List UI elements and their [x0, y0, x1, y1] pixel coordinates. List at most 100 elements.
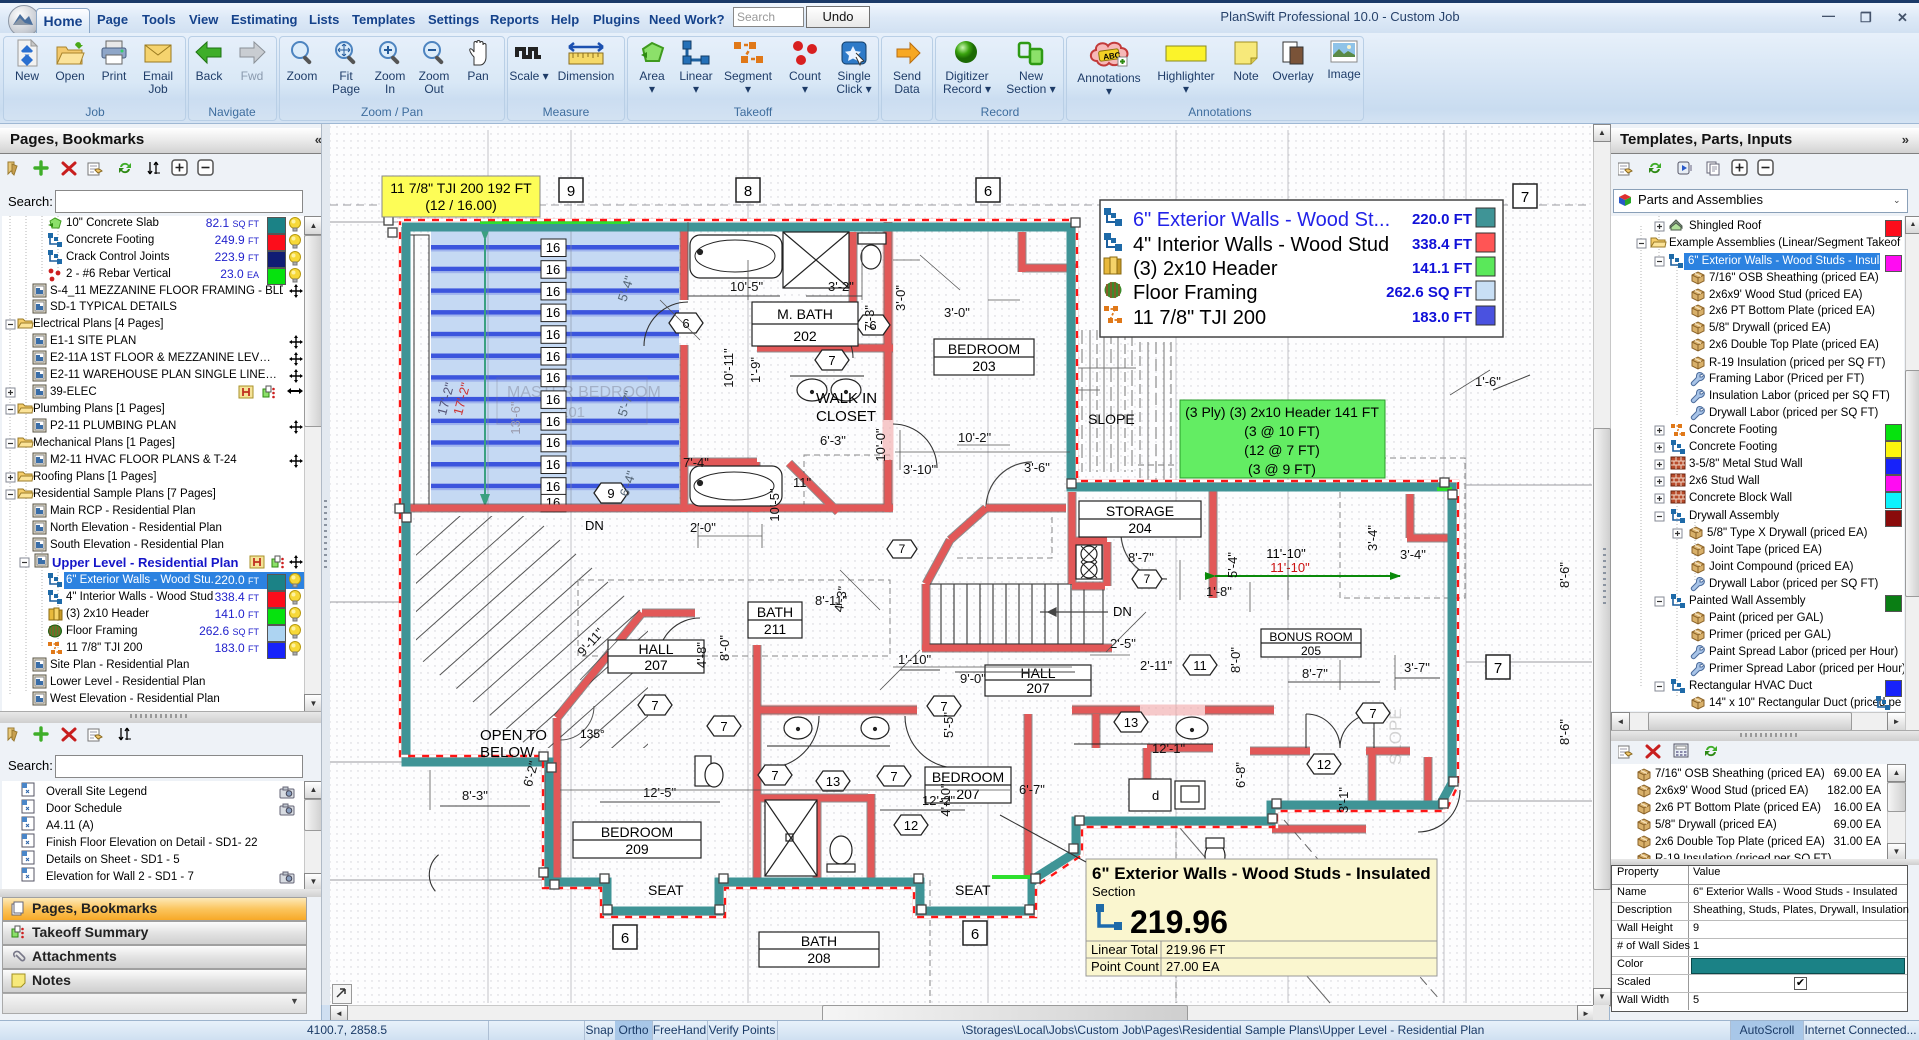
svg-text:27.00 EA: 27.00 EA: [1166, 959, 1220, 974]
svg-text:338.4 FT: 338.4 FT: [1412, 236, 1472, 253]
svg-text:16: 16: [546, 414, 560, 429]
svg-text:3'-7": 3'-7": [1404, 660, 1430, 675]
svg-text:12: 12: [904, 818, 918, 833]
svg-text:8'-0": 8'-0": [717, 635, 732, 661]
svg-text:11 7/8" TJI 200: 11 7/8" TJI 200: [1133, 307, 1266, 329]
svg-text:183.0 FT: 183.0 FT: [1412, 309, 1472, 326]
svg-text:16: 16: [546, 349, 560, 364]
svg-text:211: 211: [764, 621, 787, 637]
svg-text:10'-5": 10'-5": [730, 279, 764, 294]
svg-text:207: 207: [956, 786, 980, 802]
svg-text:6: 6: [971, 926, 979, 943]
svg-text:Point Count: Point Count: [1091, 959, 1159, 974]
svg-text:7: 7: [828, 353, 835, 368]
svg-text:9'-0": 9'-0": [960, 671, 986, 686]
svg-text:8'-6": 8'-6": [1557, 719, 1572, 745]
svg-text:SEAT: SEAT: [955, 882, 991, 898]
svg-text:7: 7: [651, 698, 658, 713]
svg-text:16: 16: [546, 240, 560, 255]
svg-text:16: 16: [546, 435, 560, 450]
svg-text:10'-2": 10'-2": [958, 430, 992, 445]
svg-text:16: 16: [546, 392, 560, 407]
svg-text:8'-7": 8'-7": [1302, 666, 1328, 681]
svg-text:6" Exterior Walls - Wood Studs: 6" Exterior Walls - Wood Studs - Insulat…: [1092, 864, 1431, 883]
svg-text:1'-9": 1'-9": [748, 357, 763, 383]
svg-text:8'-3": 8'-3": [462, 788, 488, 803]
svg-text:Floor Framing: Floor Framing: [1133, 282, 1257, 304]
svg-text:8'-6": 8'-6": [1557, 562, 1572, 588]
svg-text:(12 @ 7 FT): (12 @ 7 FT): [1244, 442, 1320, 458]
svg-text:3'-6": 3'-6": [1024, 460, 1050, 475]
svg-text:16: 16: [546, 327, 560, 342]
svg-text:208: 208: [807, 950, 831, 966]
svg-text:3'-4": 3'-4": [1365, 525, 1380, 551]
svg-text:16: 16: [546, 457, 560, 472]
svg-text:6'-8": 6'-8": [1233, 762, 1248, 788]
svg-text:5'-4": 5'-4": [1225, 552, 1240, 578]
svg-text:BEDROOM: BEDROOM: [932, 769, 1004, 785]
svg-text:219.96: 219.96: [1130, 904, 1228, 940]
svg-text:4'-8": 4'-8": [694, 642, 709, 668]
svg-text:207: 207: [1026, 680, 1050, 696]
svg-text:STORAGE: STORAGE: [1106, 503, 1174, 519]
svg-text:6: 6: [984, 183, 992, 200]
svg-text:MASTER BEDROOM: MASTER BEDROOM: [507, 384, 661, 401]
svg-text:11": 11": [793, 475, 811, 490]
svg-text:SLOPE: SLOPE: [1088, 411, 1135, 427]
svg-text:(3 @ 9 FT): (3 @ 9 FT): [1248, 461, 1316, 477]
svg-text:HALL: HALL: [638, 641, 673, 657]
svg-text:WALK IN: WALK IN: [816, 390, 877, 407]
svg-text:204: 204: [1128, 520, 1152, 536]
svg-text:Linear Total: Linear Total: [1091, 942, 1158, 957]
svg-text:205: 205: [1301, 644, 1321, 658]
svg-text:7: 7: [1494, 660, 1502, 677]
svg-text:2'-0": 2'-0": [690, 520, 716, 535]
svg-text:3'-2": 3'-2": [828, 279, 854, 294]
svg-text:12'-5": 12'-5": [643, 785, 677, 800]
svg-text:1'-6": 1'-6": [1475, 374, 1501, 389]
svg-text:10'-11": 10'-11": [721, 348, 736, 388]
svg-text:4'-10": 4'-10": [938, 783, 953, 817]
svg-text:CLOSET: CLOSET: [816, 408, 876, 425]
svg-text:7: 7: [940, 699, 947, 714]
svg-text:202: 202: [793, 328, 817, 344]
svg-text:OPEN TO: OPEN TO: [480, 727, 547, 744]
svg-text:DN: DN: [1113, 604, 1132, 619]
svg-text:3'-1": 3'-1": [1336, 787, 1351, 813]
svg-text:13'-6": 13'-6": [508, 401, 523, 435]
svg-text:220.0 FT: 220.0 FT: [1412, 211, 1472, 228]
svg-text:BATH: BATH: [757, 604, 793, 620]
svg-text:10'-5": 10'-5": [767, 488, 782, 522]
svg-text:SLOPE: SLOPE: [1386, 708, 1405, 765]
svg-text:10'-0": 10'-0": [873, 428, 888, 462]
svg-text:HALL: HALL: [1020, 665, 1055, 681]
svg-text:9: 9: [607, 486, 614, 501]
svg-text:(3 Ply) (3) 2x10 Header 141 FT: (3 Ply) (3) 2x10 Header 141 FT: [1185, 404, 1379, 420]
svg-text:16: 16: [546, 262, 560, 277]
svg-text:3'-0": 3'-0": [944, 305, 970, 320]
svg-text:6" Exterior Walls - Wood St...: 6" Exterior Walls - Wood St...: [1133, 209, 1390, 231]
svg-text:16: 16: [546, 305, 560, 320]
svg-text:141.1 FT: 141.1 FT: [1412, 260, 1472, 277]
svg-text:11: 11: [1193, 658, 1207, 673]
svg-text:11'-10": 11'-10": [1266, 546, 1306, 561]
svg-text:7: 7: [771, 768, 778, 783]
svg-text:9: 9: [567, 183, 575, 200]
svg-text:16: 16: [546, 370, 560, 385]
svg-text:11 7/8" TJI 200 192 FT: 11 7/8" TJI 200 192 FT: [390, 180, 532, 196]
svg-text:11'-10": 11'-10": [1270, 560, 1310, 575]
svg-text:BELOW: BELOW: [480, 744, 535, 761]
svg-text:207: 207: [644, 657, 668, 673]
svg-text:7'-3": 7'-3": [862, 305, 877, 331]
svg-text:1'-8": 1'-8": [1206, 584, 1232, 599]
svg-text:8: 8: [744, 183, 752, 200]
svg-text:7: 7: [899, 542, 906, 556]
svg-text:13: 13: [1124, 715, 1138, 730]
svg-text:SEAT: SEAT: [648, 882, 684, 898]
svg-text:d: d: [1152, 788, 1159, 803]
svg-text:12'-1": 12'-1": [1152, 741, 1186, 756]
svg-text:3'-10": 3'-10": [903, 462, 937, 477]
svg-text:7: 7: [1521, 189, 1529, 206]
svg-text:BATH: BATH: [801, 933, 837, 949]
svg-text:8'-7": 8'-7": [1128, 550, 1154, 565]
